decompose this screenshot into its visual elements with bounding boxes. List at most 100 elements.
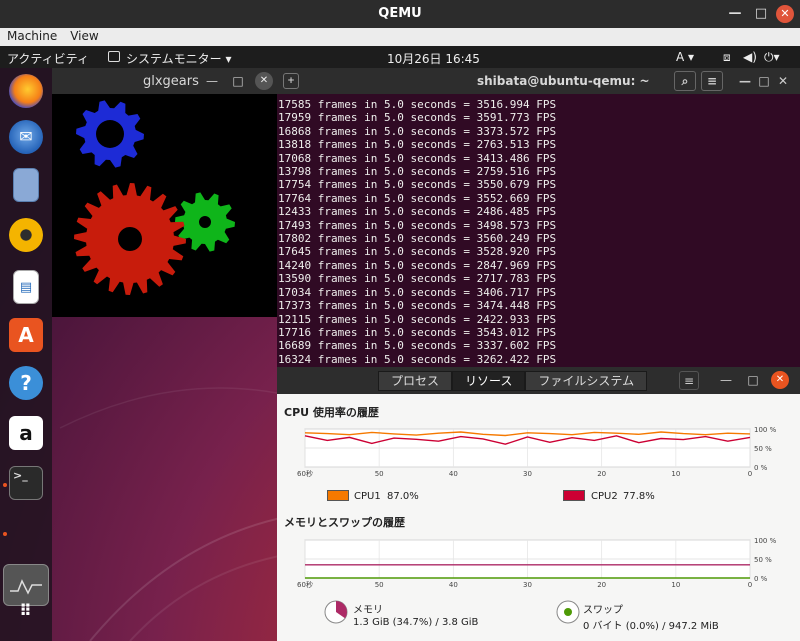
files-icon[interactable] <box>13 168 39 202</box>
red-gear <box>74 183 186 295</box>
libreoffice-writer-icon[interactable]: ▤ <box>13 270 39 304</box>
hamburger-menu-icon[interactable]: ≡ <box>701 71 723 91</box>
qemu-titlebar: QEMU — □ ✕ <box>0 0 800 28</box>
terminal-line: 17959 frames in 5.0 seconds = 3591.773 F… <box>278 111 557 125</box>
firefox-icon[interactable] <box>9 74 43 108</box>
tab-resources[interactable]: リソース <box>452 371 526 391</box>
cpu-history-title: CPU 使用率の履歴 <box>284 406 379 419</box>
maximize-icon[interactable]: □ <box>229 72 247 90</box>
terminal-line: 17802 frames in 5.0 seconds = 3560.249 F… <box>278 232 557 246</box>
terminal-window: + shibata@ubuntu-qemu: ~ ⌕ ≡ — □ ✕ 17585… <box>277 68 800 368</box>
menu-view[interactable]: View <box>63 28 104 43</box>
maximize-icon[interactable]: □ <box>755 72 773 90</box>
system-monitor-window: プロセス リソース ファイルシステム ≡ — □ ✕ CPU 使用率の履歴 10… <box>277 367 800 641</box>
tab-processes[interactable]: プロセス <box>378 371 453 391</box>
new-tab-icon[interactable]: + <box>283 73 299 89</box>
x-tick-label: 40 <box>449 581 458 589</box>
terminal-line: 17585 frames in 5.0 seconds = 3516.994 F… <box>278 98 557 111</box>
qemu-title: QEMU <box>378 6 422 21</box>
close-icon[interactable]: ✕ <box>774 72 792 90</box>
memory-pie-icon[interactable] <box>323 599 349 625</box>
cpu2-label: CPU2 <box>591 491 618 502</box>
close-icon[interactable]: ✕ <box>776 5 794 23</box>
y-tick-label: 50 % <box>754 445 772 453</box>
minimize-icon[interactable]: — <box>726 5 744 23</box>
cpu2-color-swatch[interactable] <box>563 490 585 501</box>
help-icon[interactable]: ? <box>9 366 43 400</box>
y-tick-label: 0 % <box>754 575 768 583</box>
terminal-line: 17373 frames in 5.0 seconds = 3474.448 F… <box>278 299 557 313</box>
qemu-screen: QEMU — □ ✕ Machine View アクティビティ システムモニター … <box>0 0 800 641</box>
ubuntu-software-icon[interactable]: A <box>9 318 43 352</box>
memory-history-chart: 100 % 50 % 0 % 60秒 50 40 30 20 10 0 <box>297 537 777 589</box>
terminal-icon[interactable]: >_ <box>9 466 43 500</box>
y-tick-label: 100 % <box>754 537 777 545</box>
hamburger-menu-icon[interactable]: ≡ <box>679 371 699 390</box>
glxgears-titlebar: glxgears — □ ✕ <box>52 68 277 94</box>
tab-filesystems[interactable]: ファイルシステム <box>525 371 648 391</box>
x-tick-label: 10 <box>671 581 680 589</box>
swap-pie-icon[interactable] <box>555 599 581 625</box>
x-tick-label: 20 <box>597 470 606 478</box>
terminal-line: 16868 frames in 5.0 seconds = 3373.572 F… <box>278 124 557 138</box>
x-tick-label: 10 <box>671 470 680 478</box>
x-tick-label: 60秒 <box>297 469 313 478</box>
terminal-titlebar: + shibata@ubuntu-qemu: ~ ⌕ ≡ — □ ✕ <box>277 68 800 94</box>
terminal-line: 17068 frames in 5.0 seconds = 3413.486 F… <box>278 151 557 165</box>
activities-button[interactable]: アクティビティ <box>7 50 89 67</box>
terminal-line: 16689 frames in 5.0 seconds = 3337.602 F… <box>278 339 557 353</box>
x-tick-label: 50 <box>375 581 384 589</box>
terminal-line: 17754 frames in 5.0 seconds = 3550.679 F… <box>278 178 557 192</box>
volume-icon[interactable]: ◀) <box>743 50 757 64</box>
power-icon[interactable]: ⏻▾ <box>764 50 780 65</box>
show-applications-icon[interactable]: ⠿ <box>9 600 43 634</box>
terminal-line: 17645 frames in 5.0 seconds = 3528.920 F… <box>278 245 557 259</box>
terminal-line: 12433 frames in 5.0 seconds = 2486.485 F… <box>278 205 557 219</box>
terminal-line: 14240 frames in 5.0 seconds = 2847.969 F… <box>278 258 557 272</box>
glxgears-window: glxgears — □ ✕ <box>52 68 277 317</box>
memory-label: メモリ <box>353 605 383 616</box>
x-tick-label: 20 <box>597 581 606 589</box>
terminal-line: 13590 frames in 5.0 seconds = 2717.783 F… <box>278 272 557 286</box>
cpu1-color-swatch[interactable] <box>327 490 349 501</box>
x-tick-label: 50 <box>375 470 384 478</box>
close-icon[interactable]: ✕ <box>255 72 273 90</box>
x-tick-label: 30 <box>523 581 532 589</box>
red-gear-shape <box>74 183 186 295</box>
amazon-icon[interactable]: a <box>9 416 43 450</box>
close-icon[interactable]: ✕ <box>771 371 789 389</box>
memory-history-title: メモリとスワップの履歴 <box>284 516 405 529</box>
search-icon[interactable]: ⌕ <box>674 71 696 91</box>
terminal-line: 13798 frames in 5.0 seconds = 2759.516 F… <box>278 165 557 179</box>
blue-gear <box>76 100 144 168</box>
menu-machine[interactable]: Machine <box>0 28 63 43</box>
input-method-indicator[interactable]: A ▾ <box>676 50 694 64</box>
terminal-line: 17493 frames in 5.0 seconds = 3498.573 F… <box>278 218 557 232</box>
cpu1-value: 87.0% <box>387 491 419 502</box>
tab-bar: プロセス リソース ファイルシステム <box>378 371 648 391</box>
swap-label: スワップ <box>583 605 623 616</box>
system-monitor-app-icon <box>108 51 120 62</box>
gears-canvas <box>74 100 235 295</box>
thunderbird-icon[interactable]: ✉ <box>9 120 43 154</box>
minimize-icon[interactable]: — <box>203 72 221 90</box>
minimize-icon[interactable]: — <box>717 371 735 389</box>
glxgears-running-indicator <box>3 532 7 536</box>
terminal-output[interactable]: 17585 frames in 5.0 seconds = 3516.994 F… <box>277 98 800 368</box>
ubuntu-topbar: アクティビティ システムモニター ▾ 10月26日 16:45 A ▾ ⧈ ◀)… <box>0 46 800 68</box>
rhythmbox-icon[interactable] <box>9 218 43 252</box>
maximize-icon[interactable]: □ <box>752 5 770 23</box>
network-icon[interactable]: ⧈ <box>723 50 731 65</box>
minimize-icon[interactable]: — <box>736 72 754 90</box>
y-tick-label: 50 % <box>754 556 772 564</box>
maximize-icon[interactable]: □ <box>744 371 762 389</box>
glxgears-title: glxgears <box>143 74 199 89</box>
app-menu[interactable]: システムモニター ▾ <box>126 50 231 67</box>
y-tick-label: 0 % <box>754 464 768 472</box>
x-tick-label: 60秒 <box>297 580 313 589</box>
terminal-line: 16324 frames in 5.0 seconds = 3262.422 F… <box>278 352 557 366</box>
terminal-title: shibata@ubuntu-qemu: ~ <box>477 74 650 88</box>
terminal-line: 12115 frames in 5.0 seconds = 2422.933 F… <box>278 312 557 326</box>
swap-indicator-dot <box>564 608 572 616</box>
clock[interactable]: 10月26日 16:45 <box>387 50 480 67</box>
